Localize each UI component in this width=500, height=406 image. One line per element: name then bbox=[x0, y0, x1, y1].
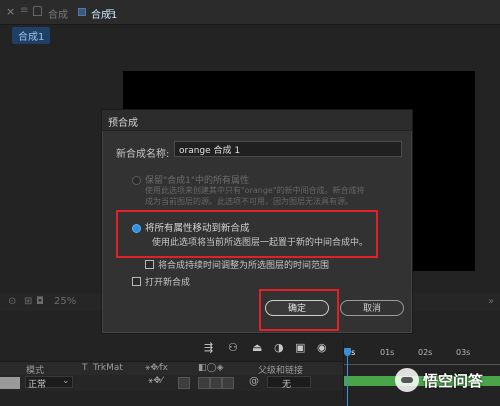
composition-icon bbox=[78, 8, 86, 16]
ruler-marks bbox=[344, 359, 500, 365]
tab-composition[interactable]: 合成1 bbox=[12, 27, 51, 44]
chevron-down-icon[interactable]: ⌄ bbox=[62, 376, 70, 386]
adjust-duration-label[interactable]: 将合成持续时间调整为所选图层的时间范围 bbox=[158, 258, 329, 271]
column-trkmat[interactable]: TrkMat bbox=[93, 363, 123, 373]
leave-attributes-description: 使用此选项来创建其中只有"orange"的新中间合成。新合成将 bbox=[145, 186, 365, 195]
open-new-composition-label[interactable]: 打开新合成 bbox=[145, 275, 190, 288]
toggle-icon[interactable]: ⊞ bbox=[24, 296, 32, 307]
playhead-line bbox=[347, 356, 348, 406]
timeline-column-header: 模式 T TrkMat ⚹✥⁄fx ◧◯◈ 父级和链接 bbox=[0, 361, 343, 376]
watermark-logo-icon bbox=[395, 368, 419, 392]
motion-blur-icon[interactable]: ◑ bbox=[274, 341, 284, 354]
layer-label-color[interactable] bbox=[0, 377, 20, 389]
dialog-title: 预合成 bbox=[108, 118, 138, 129]
lock-icon[interactable] bbox=[33, 6, 42, 16]
ruler-tick-label: 02s bbox=[418, 348, 433, 357]
composition-prefix-label: 合成 bbox=[48, 10, 68, 21]
parent-select[interactable]: 无 bbox=[267, 376, 311, 390]
move-attributes-description: 使用此选项将当前所选图层一起置于新的中间合成中。 bbox=[152, 238, 369, 248]
move-attributes-radio[interactable] bbox=[132, 224, 141, 233]
shy-icon[interactable]: ⚇ bbox=[228, 341, 238, 354]
composition-tab-row: 合成1 bbox=[0, 25, 500, 44]
playhead-handle[interactable] bbox=[344, 348, 351, 356]
adjust-duration-checkbox[interactable] bbox=[145, 260, 154, 269]
ok-button[interactable]: 确定 bbox=[265, 300, 329, 316]
precompose-dialog: 预合成 新合成名称: 保留"合成1"中的所有属性 使用此选项来创建其中只有"or… bbox=[101, 109, 413, 334]
name-label: 新合成名称: bbox=[116, 149, 170, 160]
ruler-tick-label: 01s bbox=[380, 348, 395, 357]
draft-3d-icon[interactable]: ⇶ bbox=[204, 341, 213, 354]
more-icon[interactable]: » bbox=[488, 296, 494, 307]
layer-switch-icons[interactable]: ⚹✥⁄ bbox=[148, 376, 162, 386]
mask-icon[interactable]: ◘ bbox=[36, 296, 44, 307]
frame-blending-icon[interactable]: ⏏ bbox=[252, 341, 262, 354]
pickwhip-icon[interactable]: @ bbox=[249, 376, 259, 387]
watermark: 悟空问答 bbox=[395, 366, 495, 394]
graph-editor-icon[interactable]: ▣ bbox=[295, 341, 305, 354]
open-new-composition-checkbox[interactable] bbox=[132, 277, 141, 286]
switch-box[interactable] bbox=[178, 377, 190, 389]
dialog-title-bar: 预合成 bbox=[102, 110, 412, 131]
composition-menu-icon[interactable]: ≡ bbox=[106, 5, 115, 18]
new-composition-name-input[interactable] bbox=[174, 141, 402, 157]
composition-header: × ≡ 合成 合成1 ≡ bbox=[0, 0, 500, 25]
switches-icon-2: ◧◯◈ bbox=[198, 363, 224, 373]
switch-box[interactable] bbox=[198, 377, 210, 389]
leave-attributes-description: 成为当前图层的源。此选项不可用，因为图层无法具有源。 bbox=[145, 197, 353, 206]
panel-menu-icon[interactable]: ≡ bbox=[20, 5, 28, 16]
switch-box[interactable] bbox=[222, 377, 234, 389]
cancel-button[interactable]: 取消 bbox=[340, 300, 404, 316]
column-t[interactable]: T bbox=[82, 363, 88, 373]
move-attributes-label[interactable]: 将所有属性移动到新合成 bbox=[145, 220, 250, 234]
watermark-text: 悟空问答 bbox=[423, 372, 484, 390]
leave-attributes-radio[interactable] bbox=[132, 176, 141, 185]
highlight-box bbox=[116, 210, 378, 258]
switch-box[interactable] bbox=[210, 377, 222, 389]
playhead[interactable] bbox=[344, 348, 351, 406]
close-icon[interactable]: × bbox=[6, 5, 15, 18]
ruler-tick-label: 03s bbox=[456, 348, 471, 357]
magnify-icon[interactable]: ⊙ bbox=[8, 296, 16, 307]
live-update-icon[interactable]: ◉ bbox=[317, 341, 327, 354]
layer-row[interactable]: 正常 ⌄ ⚹✥⁄ @ 无 bbox=[0, 375, 343, 391]
zoom-level[interactable]: 25% bbox=[54, 296, 76, 307]
switches-icon: ⚹✥⁄fx bbox=[145, 363, 168, 373]
